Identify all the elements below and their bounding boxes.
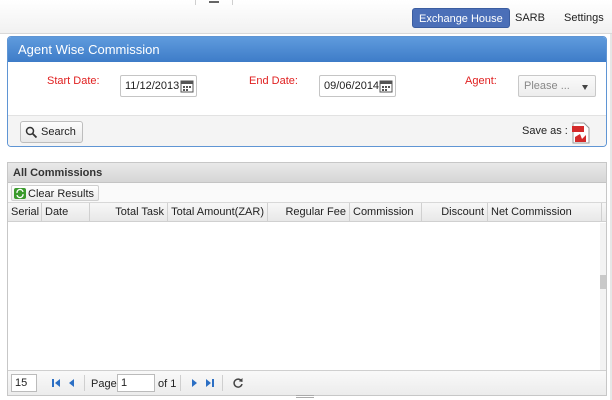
col-serial[interactable]: Serial <box>8 203 42 222</box>
page-number-input[interactable]: 1 <box>117 374 155 392</box>
grid-toolbar: Clear Results <box>8 183 606 203</box>
end-date-value: 09/06/2014 <box>324 80 380 92</box>
start-date-field[interactable]: 11/12/2013 <box>120 75 197 97</box>
column-header-row: Serial Date Total Task Total Amount(ZAR)… <box>8 203 606 222</box>
grid-body <box>8 223 606 371</box>
clear-results-button[interactable]: Clear Results <box>11 185 100 201</box>
refresh-icon <box>14 188 26 199</box>
end-date-label: End Date: <box>249 75 298 87</box>
nav-settings[interactable]: Settings <box>558 8 610 28</box>
clear-results-label: Clear Results <box>28 188 95 200</box>
search-button[interactable]: Search <box>20 121 83 143</box>
first-page-icon[interactable] <box>50 377 62 389</box>
col-total-task[interactable]: Total Task <box>90 203 168 222</box>
next-page-icon[interactable] <box>188 377 200 389</box>
agent-commission-panel: Agent Wise Commission Start Date: 11/12/… <box>7 36 607 147</box>
pager-divider <box>180 375 181 391</box>
page-label: Page <box>91 378 117 390</box>
refresh-icon[interactable] <box>232 377 244 389</box>
last-page-icon[interactable] <box>204 377 216 389</box>
pager-divider <box>84 375 85 391</box>
start-date-label: Start Date: <box>47 75 100 87</box>
page-count-label: of 1 <box>158 378 177 390</box>
agent-label: Agent: <box>465 75 497 87</box>
calendar-icon[interactable] <box>378 78 394 94</box>
col-date[interactable]: Date <box>42 203 90 222</box>
grid-pager: 15 Page 1 of 1 <box>8 370 606 395</box>
page-size-input[interactable]: 15 <box>11 374 37 392</box>
col-net-commission[interactable]: Net Commission <box>488 203 602 222</box>
vertical-scrollbar[interactable] <box>600 223 606 371</box>
previous-page-icon[interactable] <box>66 377 78 389</box>
calendar-icon[interactable] <box>179 78 195 94</box>
end-date-field[interactable]: 09/06/2014 <box>319 75 396 97</box>
commissions-grid: All Commissions Clear Results Serial Dat… <box>7 162 607 396</box>
nav-sarb[interactable]: SARB <box>509 8 551 28</box>
agent-select[interactable]: Please ... <box>518 75 596 97</box>
top-nav: Exchange House SARB Settings <box>0 0 612 34</box>
col-total-amount[interactable]: Total Amount(ZAR) <box>168 203 268 222</box>
nav-exchange-house[interactable]: Exchange House <box>412 8 510 28</box>
start-date-value: 11/12/2013 <box>125 80 180 92</box>
grid-title: All Commissions <box>8 163 606 183</box>
resize-handle[interactable] <box>296 395 314 398</box>
agent-select-value: Please ... <box>524 80 570 92</box>
search-icon <box>25 126 38 139</box>
scrollbar-thumb[interactable] <box>600 275 606 289</box>
col-discount[interactable]: Discount <box>422 203 488 222</box>
panel-toolbar: Search Save as : <box>8 115 606 146</box>
pdf-icon[interactable] <box>571 122 591 144</box>
drag-handle[interactable] <box>195 0 233 5</box>
search-button-label: Search <box>41 126 76 138</box>
col-commission[interactable]: Commission <box>350 203 422 222</box>
pager-divider <box>222 375 223 391</box>
panel-title: Agent Wise Commission <box>8 37 606 62</box>
save-as-label: Save as : <box>522 125 568 137</box>
chevron-down-icon <box>582 85 588 90</box>
col-regular-fee[interactable]: Regular Fee <box>268 203 350 222</box>
